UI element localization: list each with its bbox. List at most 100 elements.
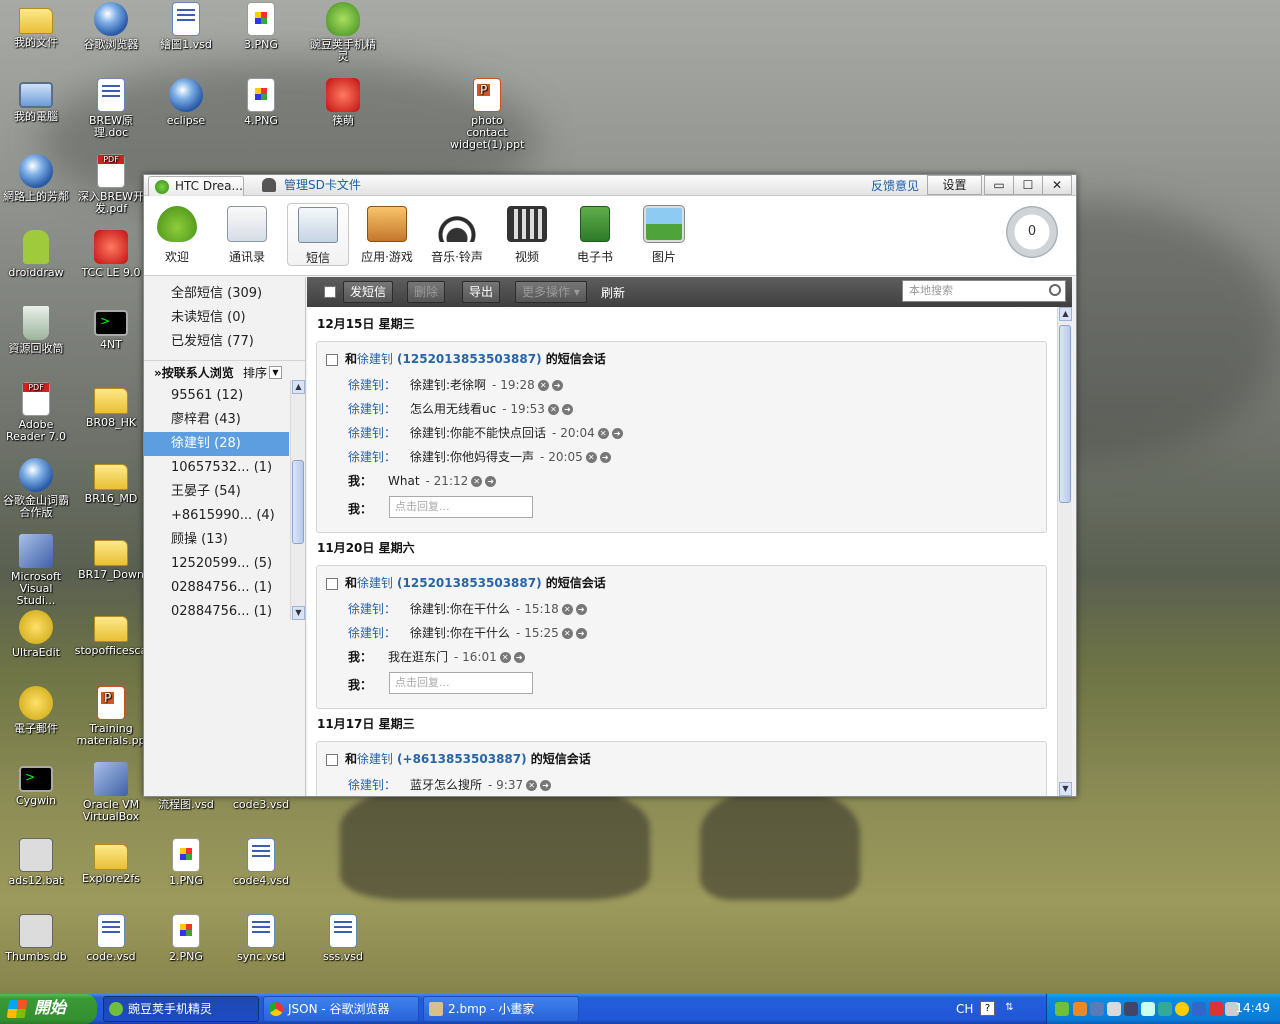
contact-item[interactable]: 02884756... (1) bbox=[144, 576, 289, 600]
delete-message-icon[interactable]: ✕ bbox=[547, 404, 559, 415]
refresh-button[interactable]: 刷新 bbox=[601, 284, 625, 301]
delete-message-icon[interactable]: ✕ bbox=[561, 604, 573, 615]
delete-message-icon[interactable]: ✕ bbox=[537, 380, 549, 391]
scroll-thumb[interactable] bbox=[1059, 325, 1071, 503]
send-sms-button[interactable]: 发短信 bbox=[343, 281, 394, 303]
tool-pictures[interactable]: 图片 bbox=[634, 205, 694, 265]
tray-icon[interactable] bbox=[1107, 1002, 1121, 1016]
conversation-checkbox[interactable] bbox=[326, 753, 338, 766]
tray-icon[interactable] bbox=[1141, 1002, 1155, 1016]
tool-music[interactable]: 音乐·铃声 bbox=[427, 206, 487, 265]
desktop-icon[interactable]: stopofficesca bbox=[74, 610, 148, 657]
tray-icon[interactable] bbox=[1124, 1002, 1138, 1016]
tray-icon[interactable] bbox=[1158, 1002, 1172, 1016]
desktop-icon[interactable]: UltraEdit bbox=[0, 610, 73, 659]
scroll-up-icon[interactable]: ▲ bbox=[292, 380, 305, 394]
tool-sms[interactable]: 短信 bbox=[287, 203, 349, 266]
maximize-button[interactable]: ☐ bbox=[1013, 175, 1043, 195]
desktop-icon[interactable]: 豌豆荚手机精灵 bbox=[306, 2, 380, 63]
close-button[interactable]: ✕ bbox=[1042, 175, 1072, 195]
forward-message-icon[interactable]: ➜ bbox=[513, 652, 525, 663]
delete-message-icon[interactable]: ✕ bbox=[526, 780, 538, 791]
tab-device[interactable]: HTC Drea... bbox=[148, 176, 244, 196]
tool-ebook[interactable]: 电子书 bbox=[565, 206, 625, 265]
desktop-icon[interactable]: 網路上的芳鄰 bbox=[0, 154, 73, 203]
desktop-icon[interactable]: 資源回收筒 bbox=[0, 306, 73, 355]
desktop-icon[interactable]: 筷萌 bbox=[306, 78, 380, 127]
desktop-icon[interactable]: code4.vsd bbox=[224, 838, 298, 887]
desktop-icon[interactable]: 深入BREW开发.pdf bbox=[74, 154, 148, 215]
tray-icon[interactable] bbox=[1073, 1002, 1087, 1016]
help-icon[interactable]: ? bbox=[980, 1001, 995, 1016]
contact-item[interactable]: 王晏子 (54) bbox=[144, 480, 289, 504]
contacts-header[interactable]: »按联系人浏览 排序 ▼ bbox=[144, 360, 305, 384]
language-indicator[interactable]: CH bbox=[956, 1002, 973, 1016]
conversation-checkbox[interactable] bbox=[326, 577, 338, 590]
desktop-icon[interactable]: Thumbs.db bbox=[0, 914, 73, 963]
pea-tray-icon[interactable] bbox=[1055, 1002, 1069, 1016]
desktop-icon[interactable]: 繪圖1.vsd bbox=[149, 2, 223, 51]
ime-options-icon[interactable]: ⇅ bbox=[1002, 1001, 1017, 1016]
tool-contacts[interactable]: 通讯录 bbox=[217, 206, 277, 265]
contact-item[interactable]: 顾操 (13) bbox=[144, 528, 289, 552]
contact-link[interactable]: 徐建钊 bbox=[357, 752, 393, 766]
folder-unread[interactable]: 未读短信 (0) bbox=[144, 306, 305, 330]
tool-welcome[interactable]: 欢迎 bbox=[147, 206, 207, 265]
reply-input[interactable]: 点击回复... bbox=[389, 496, 533, 518]
folder-sent[interactable]: 已发短信 (77) bbox=[144, 330, 305, 354]
desktop-icon[interactable]: 1.PNG bbox=[149, 838, 223, 887]
desktop-icon[interactable]: 4.PNG bbox=[224, 78, 298, 127]
tab-sd-card[interactable]: 管理SD卡文件 bbox=[258, 176, 361, 196]
desktop-icon[interactable]: ads12.bat bbox=[0, 838, 73, 887]
search-icon[interactable] bbox=[1049, 284, 1061, 296]
contact-link[interactable]: 徐建钊 bbox=[357, 352, 393, 366]
desktop-icon[interactable]: photo contact widget(1).ppt bbox=[450, 78, 524, 151]
tray-icon[interactable] bbox=[1175, 1002, 1189, 1016]
reply-input[interactable]: 点击回复... bbox=[389, 672, 533, 694]
forward-message-icon[interactable]: ➜ bbox=[575, 628, 587, 639]
tool-apps[interactable]: 应用·游戏 bbox=[357, 206, 417, 265]
desktop-icon[interactable]: Explore2fs bbox=[74, 838, 148, 885]
start-button[interactable]: 開始 bbox=[0, 994, 97, 1024]
task-progress-dial[interactable]: 0 bbox=[1006, 206, 1058, 258]
desktop-icon[interactable]: Oracle VM VirtualBox bbox=[74, 762, 148, 823]
desktop-icon[interactable]: TCC LE 9.0 bbox=[74, 230, 148, 279]
desktop-icon[interactable]: 我的電腦 bbox=[0, 78, 73, 123]
folder-all[interactable]: 全部短信 (309) bbox=[144, 282, 305, 306]
feedback-link[interactable]: 反馈意见 bbox=[871, 177, 919, 194]
forward-message-icon[interactable]: ➜ bbox=[599, 452, 611, 463]
contact-item[interactable]: 徐建钊 (28) bbox=[144, 432, 289, 456]
contact-link[interactable]: 徐建钊 bbox=[357, 576, 393, 590]
delete-message-icon[interactable]: ✕ bbox=[499, 652, 511, 663]
contact-item[interactable]: 02884756... (1) bbox=[144, 600, 289, 624]
desktop-icon[interactable]: 3.PNG bbox=[224, 2, 298, 51]
contact-item[interactable]: 12520599... (5) bbox=[144, 552, 289, 576]
forward-message-icon[interactable]: ➜ bbox=[575, 604, 587, 615]
task-chrome[interactable]: JSON - 谷歌浏览器 bbox=[263, 996, 419, 1022]
desktop-icon[interactable]: code.vsd bbox=[74, 914, 148, 963]
desktop-icon[interactable]: BR17_Down bbox=[74, 534, 148, 581]
desktop-icon[interactable]: sss.vsd bbox=[306, 914, 380, 963]
task-wandoujia[interactable]: 豌豆荚手机精灵 bbox=[103, 996, 259, 1022]
delete-message-icon[interactable]: ✕ bbox=[597, 428, 609, 439]
minimize-button[interactable]: ▭ bbox=[984, 175, 1014, 195]
contact-scrollbar[interactable]: ▲ ▼ bbox=[290, 380, 305, 620]
delete-button[interactable]: 删除 bbox=[407, 281, 446, 303]
main-scrollbar[interactable]: ▲ ▼ bbox=[1057, 307, 1072, 796]
scroll-down-icon[interactable]: ▼ bbox=[1059, 782, 1072, 796]
scroll-down-icon[interactable]: ▼ bbox=[292, 606, 305, 620]
desktop-icon[interactable]: sync.vsd bbox=[224, 914, 298, 963]
contact-item[interactable]: +8615990... (4) bbox=[144, 504, 289, 528]
desktop-icon[interactable]: BR08_HK bbox=[74, 382, 148, 429]
scroll-thumb[interactable] bbox=[292, 460, 304, 544]
task-paint[interactable]: 2.bmp - 小畫家 bbox=[423, 996, 579, 1022]
delete-message-icon[interactable]: ✕ bbox=[585, 452, 597, 463]
desktop-icon[interactable]: BR16_MD bbox=[74, 458, 148, 505]
forward-message-icon[interactable]: ➜ bbox=[551, 380, 563, 391]
desktop-icon[interactable]: BREW原理.doc bbox=[74, 78, 148, 139]
desktop-icon[interactable]: droiddraw bbox=[0, 230, 73, 279]
contact-item[interactable]: 10657532... (1) bbox=[144, 456, 289, 480]
tray-icon[interactable] bbox=[1192, 1002, 1206, 1016]
tool-video[interactable]: 视频 bbox=[497, 206, 557, 265]
tray-icon[interactable] bbox=[1209, 1002, 1223, 1016]
